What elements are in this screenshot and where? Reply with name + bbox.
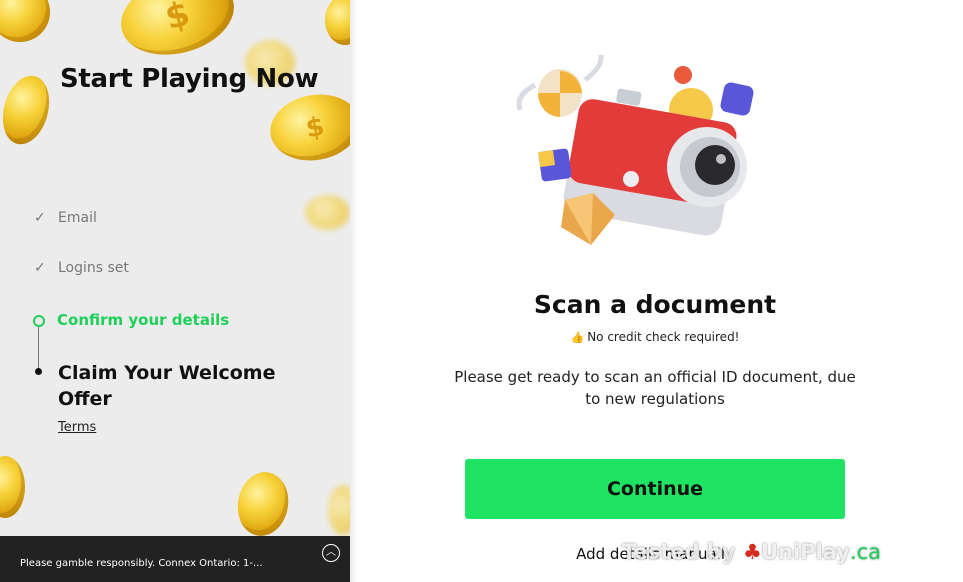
- coin-icon: [0, 456, 25, 518]
- step-claim-offer: Claim Your Welcome Offer: [58, 362, 276, 410]
- coin-icon: [305, 195, 350, 230]
- active-step-icon: [33, 314, 45, 327]
- check-icon: ✓: [34, 210, 46, 226]
- coin-icon: $: [265, 87, 350, 168]
- banner-text: Please gamble responsibly. Connex Ontari…: [20, 558, 263, 569]
- coin-icon: [0, 0, 50, 42]
- coin-icon: [328, 485, 350, 535]
- coin-icon: [0, 70, 57, 150]
- coin-icon: [232, 468, 294, 540]
- step-logins-set: ✓ Logins set: [34, 260, 129, 276]
- panel-shadow: [350, 0, 358, 582]
- onboarding-sidebar: $ $ Start Playing Now ✓ Email ✓ Logins set…: [0, 0, 350, 582]
- maple-leaf-icon: ♣: [742, 540, 762, 564]
- step-confirm-details: Confirm your details: [33, 311, 229, 329]
- page-title: Start Playing Now: [60, 64, 319, 94]
- step-email: ✓ Email: [34, 210, 97, 226]
- continue-button[interactable]: Continue: [465, 459, 845, 519]
- watermark: Tested by ♣UniPlay.ca: [622, 540, 882, 564]
- step-connector: [38, 327, 39, 371]
- main-heading: Scan a document: [533, 290, 777, 319]
- coin-icon: [325, 0, 350, 45]
- camera-illustration: [516, 55, 754, 245]
- credit-check-note: 👍 No credit check required!: [570, 330, 740, 344]
- pending-step-icon: [35, 368, 42, 375]
- scan-instructions: Please get ready to scan an official ID …: [454, 368, 856, 408]
- coin-icon: $: [112, 0, 243, 67]
- check-icon: ✓: [34, 260, 46, 276]
- terms-link[interactable]: Terms: [58, 420, 96, 435]
- responsible-gambling-banner: Please gamble responsibly. Connex Ontari…: [0, 536, 350, 582]
- chevron-up-circle-icon[interactable]: ︿: [322, 544, 340, 562]
- thumbs-up-icon: 👍: [570, 331, 585, 344]
